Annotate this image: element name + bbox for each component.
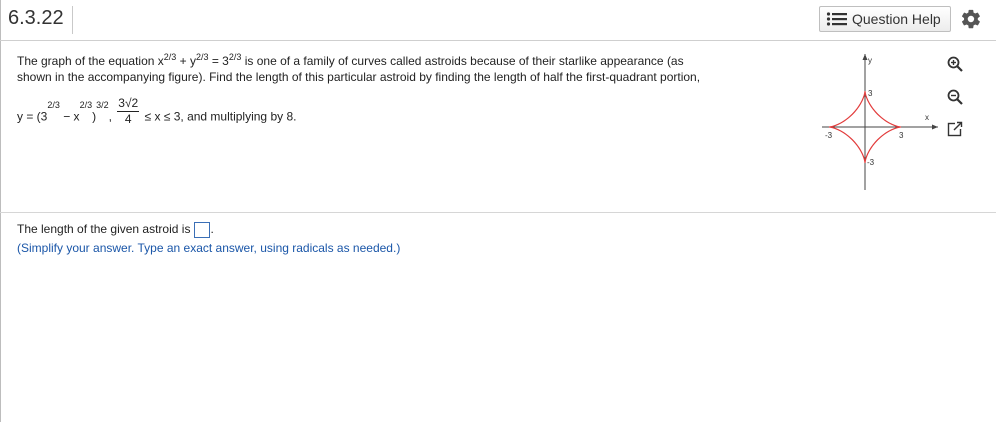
problem-line-1: The graph of the equation x2/3 + y2/3 = … [17,52,684,69]
exponent: 3/2 [96,100,109,110]
fraction: 3√2 4 [117,96,140,127]
exponent: 2/3 [163,52,177,62]
problem-line-3: y = (32/3 − x2/3)3/2, 3√2 4 ≤ x ≤ 3, and… [17,96,297,126]
open-in-new-window-icon[interactable] [946,120,964,138]
answer-instructions: (Simplify your answer. Type an exact ans… [17,241,401,255]
exponent: 2/3 [79,100,93,110]
tick-label-pos-x: 3 [899,131,904,140]
problem-text: = 3 [211,54,229,68]
problem-text: ) [92,109,97,124]
answer-period: . [210,222,214,237]
fraction-numerator: 3√2 [117,96,140,112]
fraction-denominator: 4 [124,112,132,126]
problem-text: ≤ x ≤ 3, and multiplying by 8. [144,109,297,124]
x-axis-arrow [932,124,938,130]
y-axis-label: y [868,56,872,65]
answer-row: The length of the given astroid is. [17,222,214,238]
header-bar: 6.3.22 Question Help [0,0,996,41]
zoom-out-icon[interactable] [946,88,964,106]
question-number: 6.3.22 [8,7,64,29]
y-axis-arrow [862,54,868,60]
problem-text: is one of a family of curves called astr… [244,54,684,68]
gear-icon[interactable] [960,8,982,30]
question-help-label: Question Help [852,11,941,27]
exponent: 2/3 [195,52,209,62]
tick-label-neg-y: -3 [867,158,875,167]
zoom-in-icon[interactable] [946,55,964,73]
tick-label-pos-y: 3 [868,89,873,98]
astroid-figure: y x 3 -3 -3 3 [822,54,938,190]
answer-prompt: The length of the given astroid is [17,222,191,237]
x-axis-label: x [925,113,929,122]
exponent: 2/3 [228,52,242,62]
section-divider [0,212,996,213]
list-icon [826,12,847,26]
problem-text: − x [63,109,80,124]
problem-line-2: shown in the accompanying figure). Find … [17,70,701,84]
tick-label-neg-x: -3 [825,131,833,140]
problem-text: + y [179,54,196,68]
left-border [0,0,1,422]
answer-input-box[interactable] [194,222,211,238]
problem-text: y = (3 [17,109,48,124]
exponent: 2/3 [47,100,60,110]
title-divider [72,6,73,34]
question-help-button[interactable]: Question Help [819,6,951,32]
problem-text: The graph of the equation x [17,54,164,68]
